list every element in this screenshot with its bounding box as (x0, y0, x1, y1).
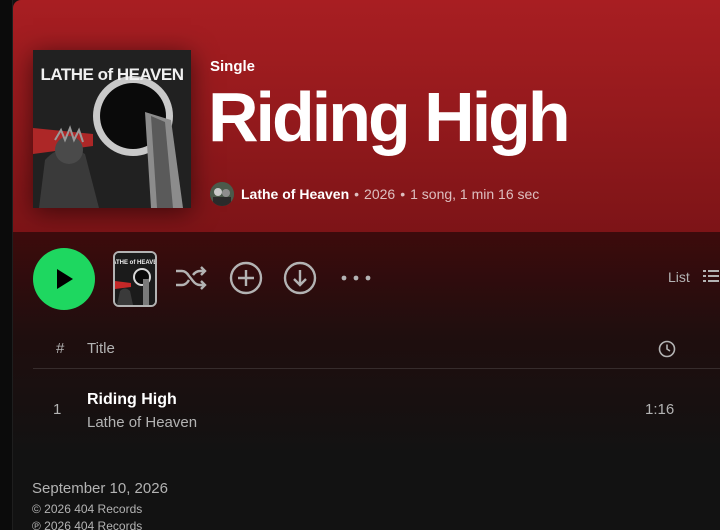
preview-cover-button[interactable]: LATHE of HEAVEN (113, 251, 157, 307)
download-button[interactable] (282, 260, 318, 296)
track-artist[interactable]: Lathe of Heaven (87, 414, 197, 431)
separator-dot: • (354, 186, 360, 202)
separator-dot: • (400, 186, 406, 202)
svg-text:LATHE of HEAVEN: LATHE of HEAVEN (41, 65, 184, 84)
more-options-button[interactable] (338, 260, 374, 296)
svg-text:LATHE of HEAVEN: LATHE of HEAVEN (115, 260, 155, 266)
album-summary: 1 song, 1 min 16 sec (410, 186, 540, 202)
release-year: 2026 (364, 186, 396, 202)
copyright-line: © 2026 404 Records (32, 502, 143, 516)
album-meta: Lathe of Heaven • 2026 • 1 song, 1 min 1… (210, 182, 539, 206)
app-window: LATHE of HEAVEN Single Riding High Lathe… (0, 0, 720, 530)
action-and-tracks: LATHE of HEAVEN (13, 232, 720, 530)
sidebar-edge (0, 0, 13, 530)
add-icon (229, 261, 263, 295)
artist-link[interactable]: Lathe of Heaven (241, 186, 349, 202)
album-page: LATHE of HEAVEN Single Riding High Lathe… (13, 0, 720, 530)
phonographic-copyright-line: ℗ 2026 404 Records (32, 519, 143, 530)
artist-avatar[interactable] (210, 182, 234, 206)
play-icon (57, 269, 73, 289)
album-title: Riding High (208, 78, 571, 156)
album-header: LATHE of HEAVEN Single Riding High Lathe… (13, 0, 720, 232)
tracklist-divider (33, 368, 720, 369)
shuffle-button[interactable] (173, 260, 209, 296)
album-cover: LATHE of HEAVEN (33, 50, 191, 208)
list-view-icon[interactable] (703, 268, 719, 289)
add-to-library-button[interactable] (228, 260, 264, 296)
column-header-title: Title (87, 340, 115, 357)
play-button[interactable] (33, 248, 95, 310)
column-header-number: # (56, 340, 65, 357)
track-duration: 1:16 (645, 401, 675, 418)
track-title[interactable]: Riding High (87, 391, 177, 409)
shuffle-icon (176, 266, 207, 290)
view-mode-label[interactable]: List (668, 269, 690, 285)
release-type-label: Single (210, 58, 256, 75)
track-number: 1 (53, 401, 62, 418)
duration-clock-icon (658, 340, 676, 363)
track-row[interactable]: 1 Riding High Lathe of Heaven 1:16 (33, 380, 720, 438)
more-options-icon (341, 275, 371, 281)
download-icon (283, 261, 317, 295)
release-date: September 10, 2026 (32, 480, 168, 497)
